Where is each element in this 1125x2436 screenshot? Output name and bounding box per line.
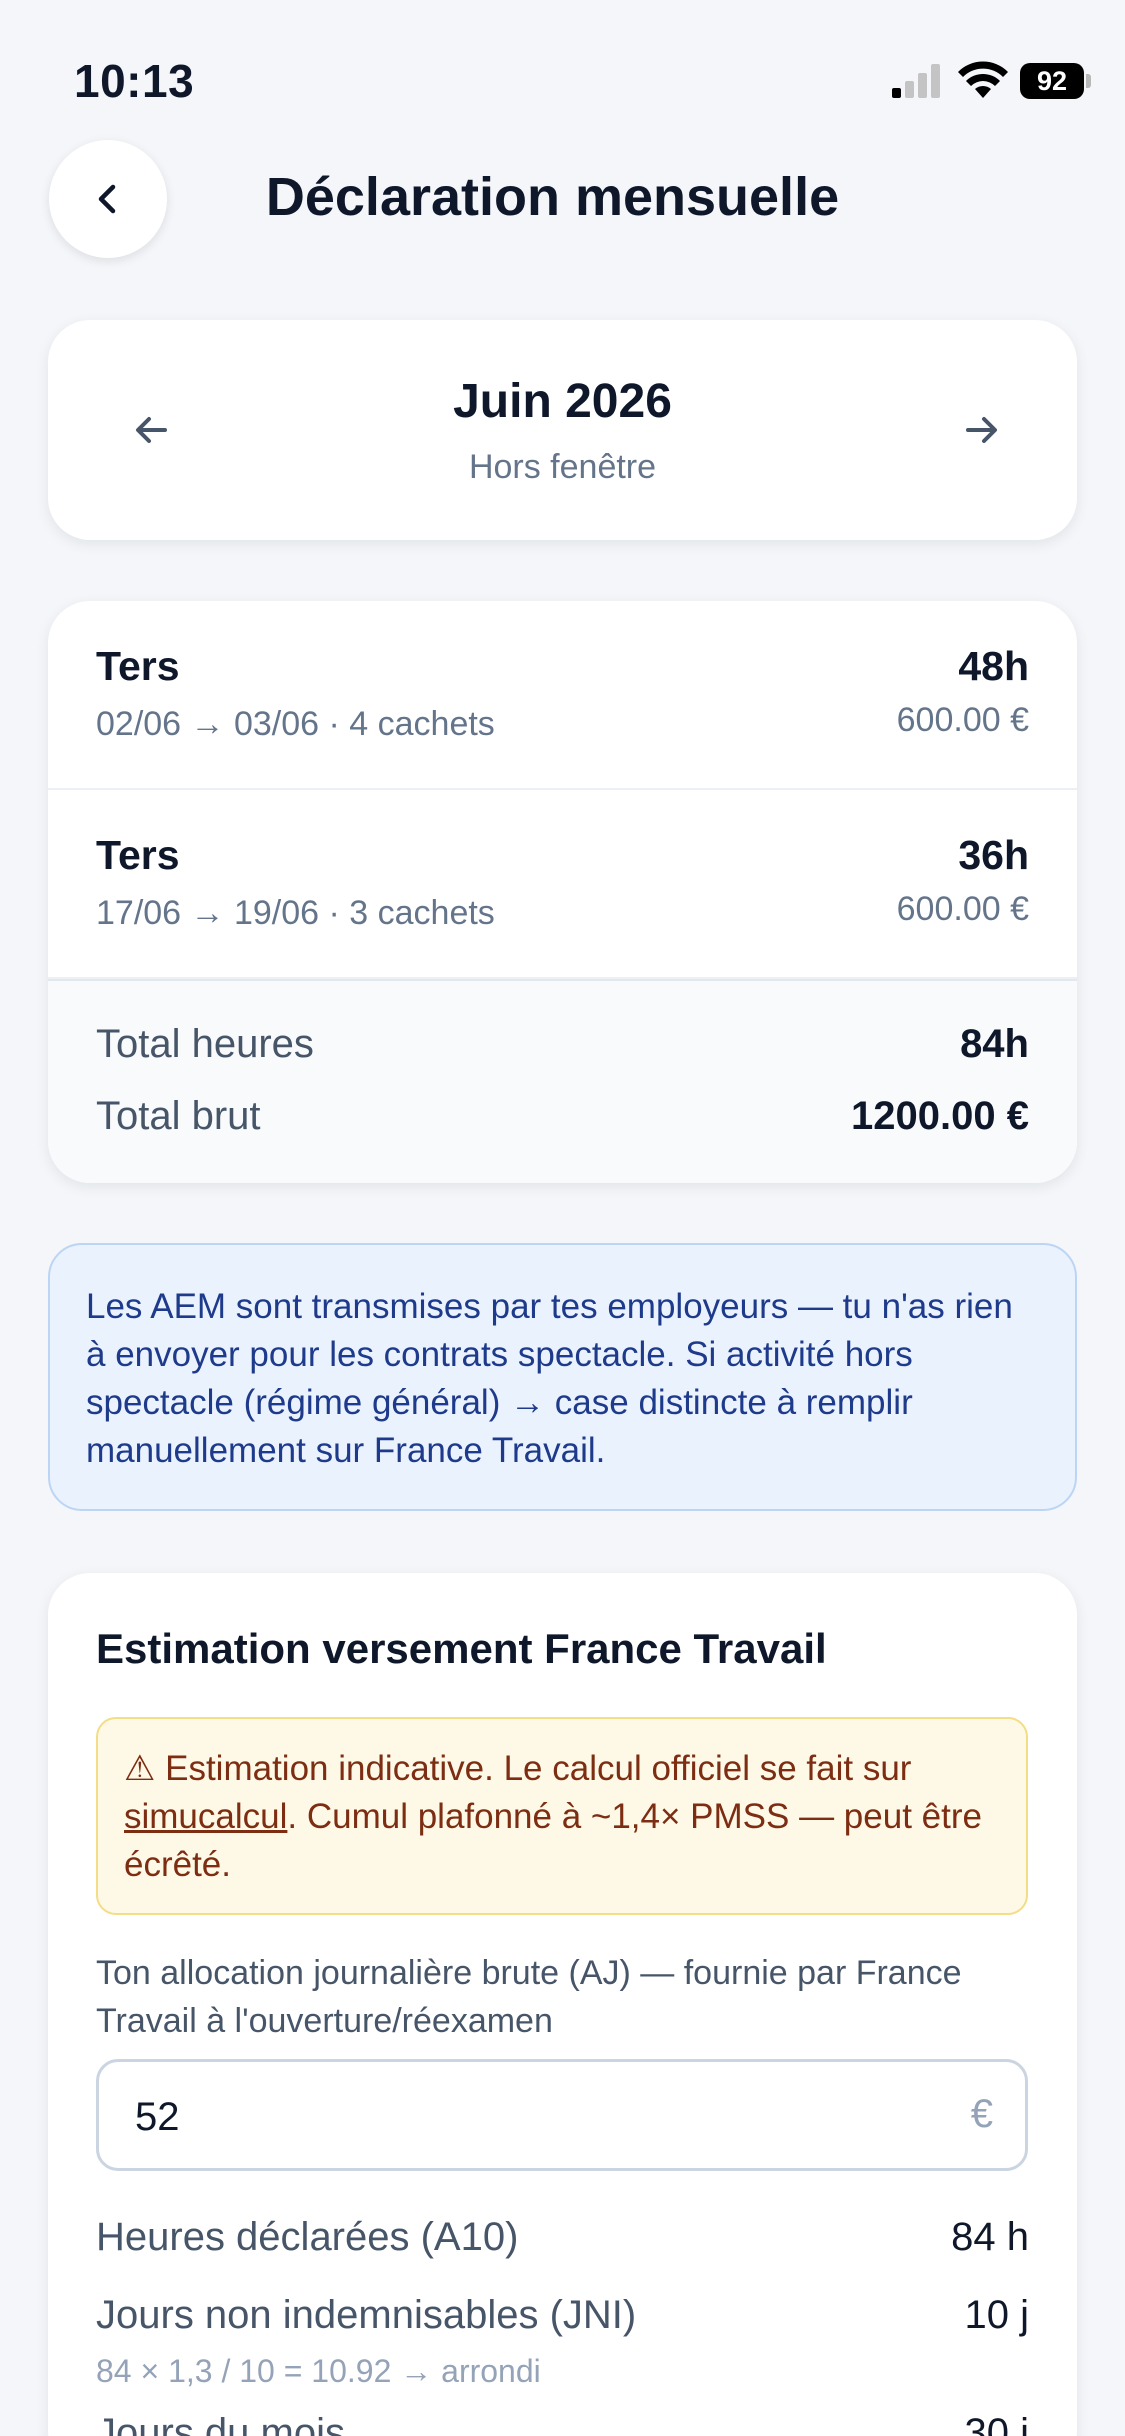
contract-hours: 48h (958, 643, 1029, 689)
next-month-button[interactable] (943, 392, 1019, 468)
status-bar: 10:13 92 (0, 0, 1125, 150)
total-hours-value: 84h (960, 1022, 1029, 1066)
contract-employer: Ters (96, 643, 180, 689)
screen: 10:13 92 Déclaration mensuelle Juin 2026… (0, 0, 1125, 2436)
simucalcul-link[interactable]: simucalcul (124, 1797, 287, 1836)
jni-formula: 84 × 1,3 / 10 = 10.92 → arrondi (96, 2353, 541, 2389)
month-days-value: 30 j (964, 2411, 1030, 2436)
warning-text: ⚠ Estimation indicative. Le calcul offic… (124, 1749, 912, 1788)
aj-unit: € (970, 2092, 993, 2136)
page-title: Déclaration mensuelle (265, 167, 840, 227)
contract-amount: 600.00 € (896, 890, 1029, 928)
totals-section: Total heures 84h Total brut 1200.00 € (48, 979, 1077, 1183)
aem-info-box: Les AEM sont transmises par tes employeu… (48, 1243, 1077, 1511)
total-hours-label: Total heures (96, 1022, 314, 1066)
total-gross-value: 1200.00 € (851, 1094, 1029, 1138)
arrow-right-icon (966, 417, 997, 443)
contracts-card: Ters 02/06 → 03/06 · 4 cachets 48h 600.0… (48, 601, 1077, 1183)
battery-icon: 92 (1020, 63, 1091, 99)
battery-level: 92 (1020, 63, 1084, 99)
estimation-card: Estimation versement France Travail ⚠ Es… (48, 1573, 1077, 2436)
contract-employer: Ters (96, 832, 180, 878)
contract-row[interactable]: Ters 02/06 → 03/06 · 4 cachets 48h 600.0… (48, 601, 1077, 790)
estimation-warning: ⚠ Estimation indicative. Le calcul offic… (96, 1717, 1028, 1915)
contract-row[interactable]: Ters 17/06 → 19/06 · 3 cachets 36h 600.0… (48, 790, 1077, 979)
aj-field-label: Ton allocation journalière brute (AJ) — … (96, 1954, 962, 2040)
contract-hours: 36h (958, 832, 1029, 878)
cellular-signal-icon (892, 64, 940, 98)
month-status: Hors fenêtre (468, 448, 657, 486)
month-selector: Juin 2026 Hors fenêtre (48, 320, 1077, 540)
aj-input[interactable] (135, 2092, 915, 2142)
contract-amount: 600.00 € (896, 701, 1029, 739)
month-name: Juin 2026 (453, 375, 672, 428)
declared-hours-value: 84 h (951, 2215, 1029, 2259)
total-gross-label: Total brut (96, 1094, 261, 1138)
status-time: 10:13 (74, 55, 195, 107)
month-days-label: Jours du mois (96, 2411, 345, 2436)
jni-label: Jours non indemnisables (JNI) (96, 2293, 637, 2337)
wifi-icon (958, 61, 1008, 98)
aj-field[interactable]: € (96, 2059, 1028, 2171)
contract-dates: 02/06 → 03/06 · 4 cachets (96, 705, 495, 743)
jni-value: 10 j (964, 2293, 1030, 2337)
declared-hours-label: Heures déclarées (A10) (96, 2215, 519, 2259)
estimation-title: Estimation versement France Travail (96, 1625, 827, 1672)
contract-dates: 17/06 → 19/06 · 3 cachets (96, 894, 495, 932)
battery-tip (1086, 74, 1091, 88)
